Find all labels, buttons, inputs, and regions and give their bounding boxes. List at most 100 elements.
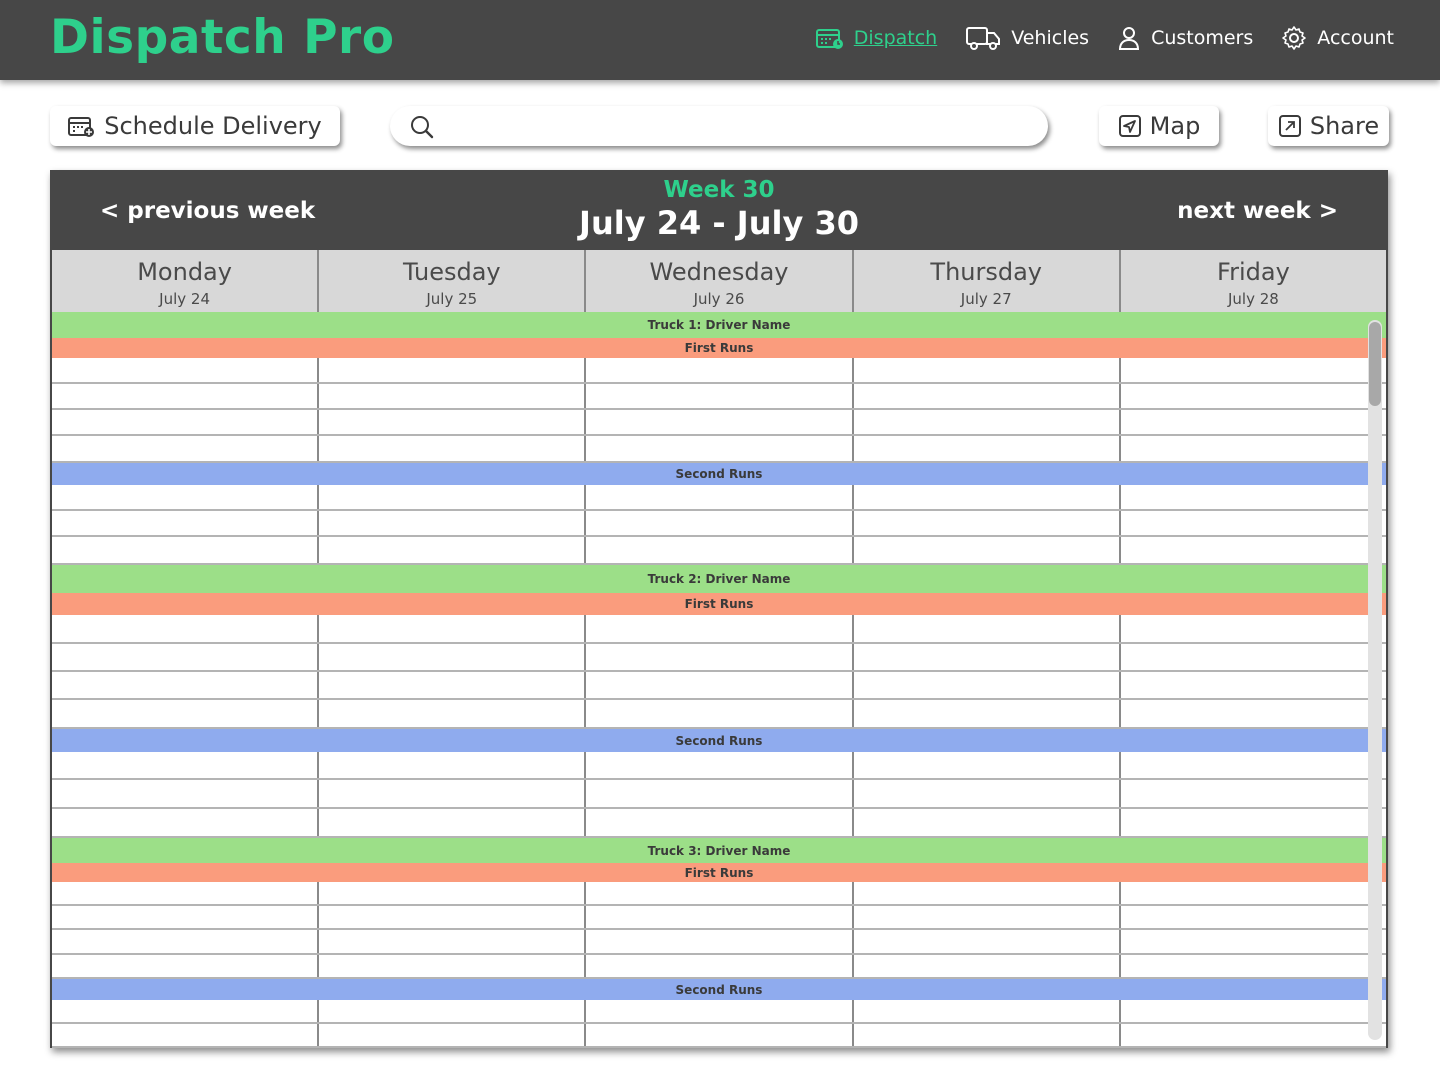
schedule-cell[interactable] bbox=[854, 410, 1121, 434]
schedule-cell[interactable] bbox=[319, 615, 587, 642]
next-week-link[interactable]: next week > bbox=[1177, 198, 1338, 224]
schedule-cell[interactable] bbox=[319, 700, 587, 727]
schedule-cell[interactable] bbox=[854, 906, 1121, 928]
schedule-cell[interactable] bbox=[1121, 410, 1386, 434]
scrollbar-thumb[interactable] bbox=[1369, 322, 1381, 406]
schedule-cell[interactable] bbox=[586, 410, 854, 434]
schedule-cell[interactable] bbox=[319, 537, 587, 563]
schedule-cell[interactable] bbox=[319, 809, 587, 836]
schedule-cell[interactable] bbox=[319, 410, 587, 434]
schedule-cell[interactable] bbox=[854, 700, 1121, 727]
schedule-cell[interactable] bbox=[1121, 1024, 1386, 1046]
schedule-cell[interactable] bbox=[586, 615, 854, 642]
schedule-cell[interactable] bbox=[319, 384, 587, 408]
schedule-cell[interactable] bbox=[586, 1024, 854, 1046]
schedule-cell[interactable] bbox=[319, 906, 587, 928]
schedule-cell[interactable] bbox=[854, 1000, 1121, 1022]
schedule-cell[interactable] bbox=[1121, 906, 1386, 928]
schedule-cell[interactable] bbox=[854, 384, 1121, 408]
schedule-cell[interactable] bbox=[854, 644, 1121, 670]
schedule-cell[interactable] bbox=[854, 930, 1121, 953]
schedule-cell[interactable] bbox=[586, 537, 854, 563]
schedule-cell[interactable] bbox=[52, 410, 320, 434]
schedule-cell[interactable] bbox=[52, 882, 320, 904]
schedule-cell[interactable] bbox=[319, 644, 587, 670]
schedule-cell[interactable] bbox=[319, 955, 587, 977]
schedule-cell[interactable] bbox=[586, 700, 854, 727]
schedule-cell[interactable] bbox=[854, 615, 1121, 642]
schedule-cell[interactable] bbox=[52, 615, 320, 642]
schedule-cell[interactable] bbox=[586, 882, 854, 904]
schedule-cell[interactable] bbox=[854, 511, 1121, 535]
schedule-cell[interactable] bbox=[854, 780, 1121, 807]
schedule-cell[interactable] bbox=[319, 358, 587, 382]
search-input[interactable] bbox=[446, 112, 1030, 142]
schedule-cell[interactable] bbox=[52, 955, 320, 977]
schedule-cell[interactable] bbox=[1121, 780, 1386, 807]
schedule-cell[interactable] bbox=[854, 485, 1121, 509]
schedule-cell[interactable] bbox=[586, 672, 854, 698]
schedule-cell[interactable] bbox=[854, 955, 1121, 977]
schedule-cell[interactable] bbox=[319, 882, 587, 904]
schedule-cell[interactable] bbox=[52, 780, 320, 807]
schedule-cell[interactable] bbox=[52, 930, 320, 953]
share-button[interactable]: Share bbox=[1268, 106, 1389, 146]
schedule-cell[interactable] bbox=[854, 358, 1121, 382]
schedule-cell[interactable] bbox=[586, 644, 854, 670]
schedule-cell[interactable] bbox=[854, 537, 1121, 563]
schedule-cell[interactable] bbox=[52, 436, 320, 461]
schedule-cell[interactable] bbox=[52, 511, 320, 535]
schedule-cell[interactable] bbox=[1121, 485, 1386, 509]
schedule-cell[interactable] bbox=[52, 672, 320, 698]
schedule-cell[interactable] bbox=[52, 1000, 320, 1022]
schedule-cell[interactable] bbox=[1121, 809, 1386, 836]
schedule-cell[interactable] bbox=[1121, 700, 1386, 727]
schedule-cell[interactable] bbox=[1121, 644, 1386, 670]
schedule-cell[interactable] bbox=[319, 672, 587, 698]
schedule-cell[interactable] bbox=[52, 644, 320, 670]
schedule-cell[interactable] bbox=[52, 700, 320, 727]
schedule-cell[interactable] bbox=[854, 672, 1121, 698]
schedule-cell[interactable] bbox=[854, 809, 1121, 836]
map-button[interactable]: Map bbox=[1099, 106, 1219, 146]
schedule-cell[interactable] bbox=[854, 1024, 1121, 1046]
schedule-cell[interactable] bbox=[319, 436, 587, 461]
schedule-cell[interactable] bbox=[854, 882, 1121, 904]
schedule-cell[interactable] bbox=[586, 358, 854, 382]
schedule-cell[interactable] bbox=[1121, 1000, 1386, 1022]
schedule-cell[interactable] bbox=[1121, 358, 1386, 382]
schedule-cell[interactable] bbox=[319, 930, 587, 953]
schedule-cell[interactable] bbox=[319, 511, 587, 535]
schedule-cell[interactable] bbox=[586, 955, 854, 977]
schedule-cell[interactable] bbox=[52, 485, 320, 509]
schedule-cell[interactable] bbox=[854, 436, 1121, 461]
schedule-cell[interactable] bbox=[319, 1000, 587, 1022]
schedule-cell[interactable] bbox=[1121, 672, 1386, 698]
schedule-cell[interactable] bbox=[854, 752, 1121, 778]
schedule-cell[interactable] bbox=[1121, 511, 1386, 535]
schedule-cell[interactable] bbox=[319, 1024, 587, 1046]
schedule-cell[interactable] bbox=[586, 780, 854, 807]
schedule-cell[interactable] bbox=[1121, 882, 1386, 904]
schedule-cell[interactable] bbox=[319, 780, 587, 807]
scrollbar[interactable] bbox=[1368, 320, 1382, 1040]
nav-account[interactable]: Account bbox=[1281, 25, 1394, 51]
schedule-cell[interactable] bbox=[52, 384, 320, 408]
schedule-cell[interactable] bbox=[1121, 384, 1386, 408]
schedule-cell[interactable] bbox=[52, 906, 320, 928]
schedule-cell[interactable] bbox=[1121, 537, 1386, 563]
schedule-cell[interactable] bbox=[586, 752, 854, 778]
schedule-cell[interactable] bbox=[586, 809, 854, 836]
schedule-cell[interactable] bbox=[52, 809, 320, 836]
schedule-delivery-button[interactable]: Schedule Delivery bbox=[50, 106, 340, 146]
schedule-cell[interactable] bbox=[52, 1024, 320, 1046]
schedule-cell[interactable] bbox=[586, 511, 854, 535]
schedule-cell[interactable] bbox=[586, 436, 854, 461]
schedule-cell[interactable] bbox=[1121, 615, 1386, 642]
schedule-cell[interactable] bbox=[586, 384, 854, 408]
schedule-cell[interactable] bbox=[52, 358, 320, 382]
nav-customers[interactable]: Customers bbox=[1117, 25, 1253, 51]
schedule-cell[interactable] bbox=[52, 537, 320, 563]
schedule-cell[interactable] bbox=[586, 1000, 854, 1022]
nav-dispatch[interactable]: Dispatch bbox=[815, 26, 937, 50]
